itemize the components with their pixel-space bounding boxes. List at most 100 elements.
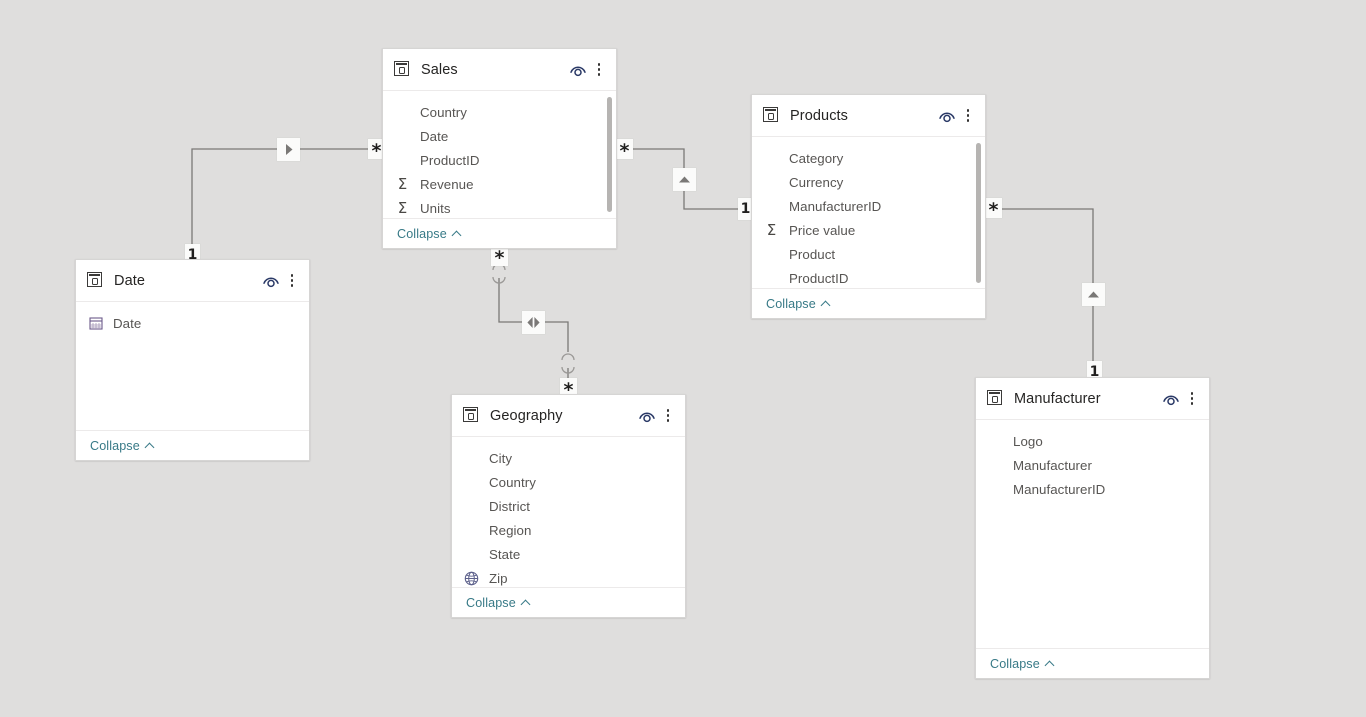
table-card-header-manufacturer[interactable]: Manufacturer <box>976 378 1209 420</box>
table-card-geography[interactable]: Geography City Country District Region S… <box>451 394 686 618</box>
cross-filter-arrow-both-sales-geography[interactable] <box>522 311 545 334</box>
table-card-header-products[interactable]: Products <box>752 95 985 137</box>
field-row[interactable]: ProductID <box>752 266 985 288</box>
more-options-icon[interactable] <box>960 105 976 127</box>
field-row[interactable]: Category <box>752 146 985 170</box>
field-row[interactable]: Country <box>452 470 685 494</box>
field-row[interactable]: Region <box>452 518 685 542</box>
table-card-date[interactable]: Date Date Collapse <box>75 259 310 461</box>
table-card-footer-manufacturer[interactable]: Collapse <box>976 648 1209 678</box>
collapse-button-products[interactable]: Collapse <box>766 297 831 311</box>
cross-filter-arrow-up-sales-products[interactable] <box>673 168 696 191</box>
sigma-icon: Σ <box>397 174 408 193</box>
field-list-date[interactable]: Date <box>76 302 309 430</box>
field-icon-none <box>987 481 1004 498</box>
collapse-button-manufacturer[interactable]: Collapse <box>990 657 1055 671</box>
more-options-icon[interactable] <box>660 405 676 427</box>
field-row[interactable]: ManufacturerID <box>976 477 1209 501</box>
table-card-footer-products[interactable]: Collapse <box>752 288 985 318</box>
field-row[interactable]: Σ Units <box>383 196 616 218</box>
field-icon-none <box>394 128 411 145</box>
table-card-actions <box>636 405 676 427</box>
field-name: Zip <box>489 570 508 586</box>
chevron-up-icon <box>453 229 462 238</box>
field-name: Price value <box>789 222 856 238</box>
field-list-sales[interactable]: Country Date ProductID Σ Revenue Σ Units <box>383 91 616 218</box>
table-card-header-sales[interactable]: Sales <box>383 49 616 91</box>
field-row[interactable]: City <box>452 446 685 470</box>
field-icon-none <box>763 246 780 263</box>
field-name: Logo <box>1013 433 1043 449</box>
table-card-actions <box>1160 388 1200 410</box>
field-name: Country <box>489 474 536 490</box>
arrow-both-icon <box>527 317 540 328</box>
field-row[interactable]: Date <box>76 311 309 335</box>
eye-icon[interactable] <box>936 105 958 127</box>
collapse-button-sales[interactable]: Collapse <box>397 227 462 241</box>
field-row[interactable]: Manufacturer <box>976 453 1209 477</box>
collapse-button-geography[interactable]: Collapse <box>466 596 531 610</box>
collapse-label: Collapse <box>466 595 516 610</box>
field-row[interactable]: Date <box>383 124 616 148</box>
eye-icon[interactable] <box>636 405 658 427</box>
more-options-icon[interactable] <box>284 270 300 292</box>
field-icon-none <box>987 457 1004 474</box>
vertical-scrollbar[interactable] <box>976 143 981 283</box>
table-icon <box>763 107 780 124</box>
table-card-footer-geography[interactable]: Collapse <box>452 587 685 617</box>
table-name-geography: Geography <box>490 407 563 424</box>
field-row[interactable]: ProductID <box>383 148 616 172</box>
field-name: Units <box>420 200 451 216</box>
cross-filter-arrow-right-date-sales[interactable] <box>277 138 300 161</box>
model-view-canvas[interactable]: 1 * * 1 * * * 1 Sales Country Date Produ… <box>0 0 1366 717</box>
sigma-icon: Σ <box>766 220 777 239</box>
field-list-manufacturer[interactable]: Logo Manufacturer ManufacturerID <box>976 420 1209 648</box>
field-row[interactable]: District <box>452 494 685 518</box>
table-card-header-geography[interactable]: Geography <box>452 395 685 437</box>
chevron-up-icon <box>522 598 531 607</box>
field-row[interactable]: Σ Price value <box>752 218 985 242</box>
field-icon-none <box>463 450 480 467</box>
collapse-button-date[interactable]: Collapse <box>90 439 155 453</box>
cardinality-badge-many-sales-geography[interactable]: * <box>491 246 508 267</box>
field-list-geography[interactable]: City Country District Region State Zip <box>452 437 685 587</box>
eye-icon[interactable] <box>1160 388 1182 410</box>
table-card-footer-date[interactable]: Collapse <box>76 430 309 460</box>
field-row[interactable]: Σ Revenue <box>383 172 616 196</box>
vertical-scrollbar[interactable] <box>607 97 612 212</box>
table-card-products[interactable]: Products Category Currency ManufacturerI… <box>751 94 986 319</box>
table-icon <box>463 407 480 424</box>
field-name: Date <box>420 128 449 144</box>
table-card-actions <box>936 105 976 127</box>
field-row[interactable]: State <box>452 542 685 566</box>
cross-filter-arrow-up-products-manufacturer[interactable] <box>1082 283 1105 306</box>
field-name: Region <box>489 522 532 538</box>
field-icon-none <box>987 433 1004 450</box>
field-list-products[interactable]: Category Currency ManufacturerID Σ Price… <box>752 137 985 288</box>
field-name: ProductID <box>420 152 480 168</box>
field-icon-none <box>394 152 411 169</box>
eye-icon[interactable] <box>260 270 282 292</box>
table-card-footer-sales[interactable]: Collapse <box>383 218 616 248</box>
eye-icon[interactable] <box>567 59 589 81</box>
field-icon-none <box>763 174 780 191</box>
chevron-up-icon <box>822 299 831 308</box>
table-card-header-date[interactable]: Date <box>76 260 309 302</box>
table-card-manufacturer[interactable]: Manufacturer Logo Manufacturer Manufactu… <box>975 377 1210 679</box>
field-name: Date <box>113 315 142 331</box>
collapse-label: Collapse <box>397 226 447 241</box>
more-options-icon[interactable] <box>1184 388 1200 410</box>
field-row[interactable]: ManufacturerID <box>752 194 985 218</box>
field-row[interactable]: Logo <box>976 429 1209 453</box>
field-row[interactable]: Country <box>383 100 616 124</box>
cardinality-badge-many-sales-products[interactable]: * <box>616 139 633 160</box>
table-card-sales[interactable]: Sales Country Date ProductID Σ Revenue Σ… <box>382 48 617 249</box>
sigma-icon: Σ <box>397 198 408 217</box>
field-row[interactable]: Product <box>752 242 985 266</box>
field-row[interactable]: Currency <box>752 170 985 194</box>
more-options-icon[interactable] <box>591 59 607 81</box>
globe-icon <box>463 570 480 587</box>
field-row[interactable]: Zip <box>452 566 685 587</box>
field-name: ManufacturerID <box>789 198 882 214</box>
cardinality-badge-many-products-manufacturer[interactable]: * <box>985 198 1002 219</box>
